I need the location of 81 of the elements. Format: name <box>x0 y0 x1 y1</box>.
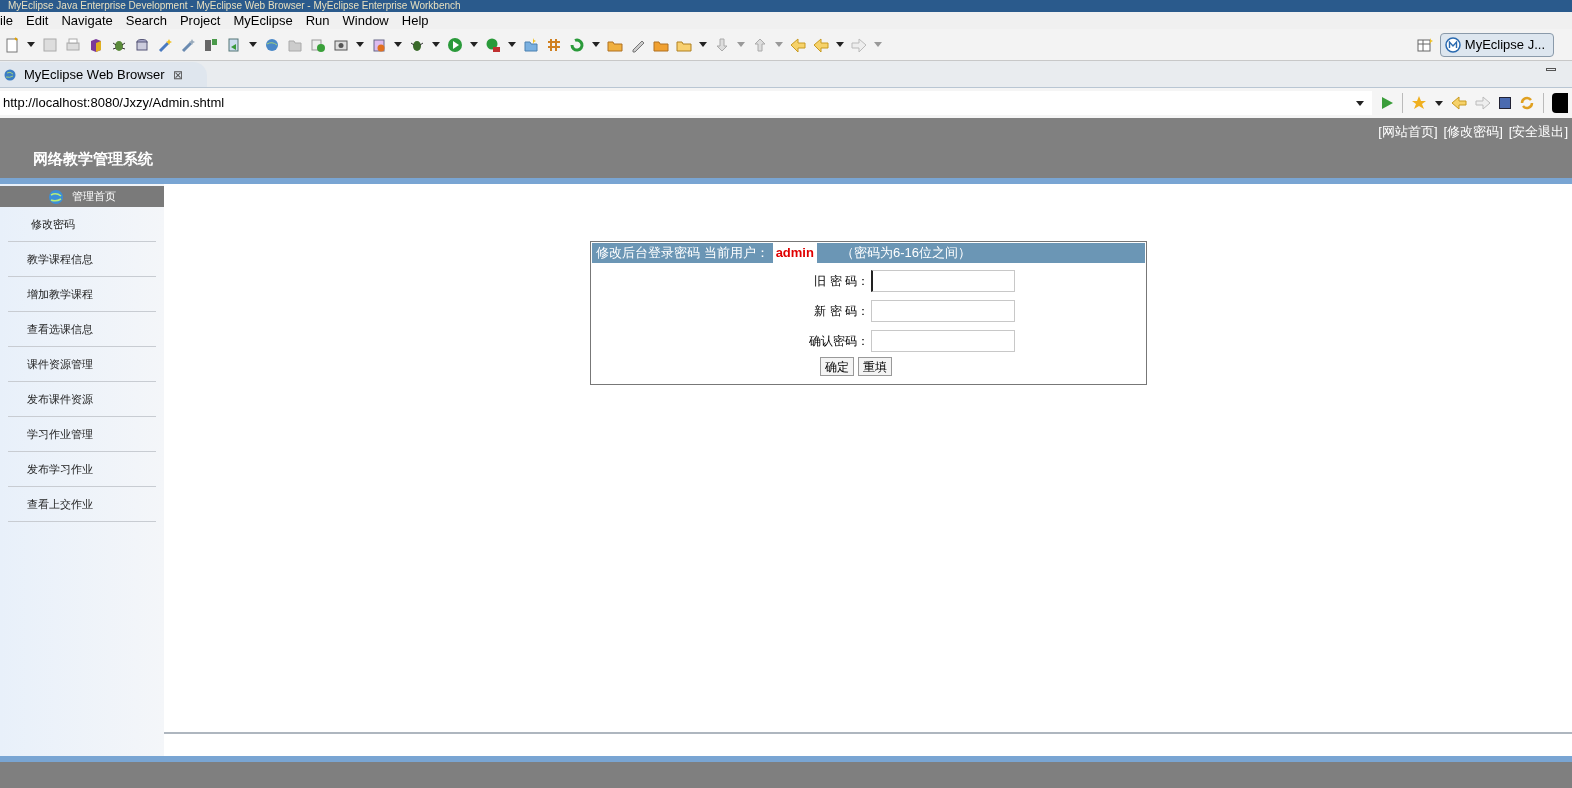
back-arrow-icon[interactable] <box>790 36 806 53</box>
menu-item[interactable]: Run <box>305 10 330 31</box>
menu-item[interactable]: MyEclipse <box>233 10 293 31</box>
sidebar-link[interactable]: 发布课件资源 <box>8 390 93 408</box>
menu-item[interactable]: Help <box>401 10 429 31</box>
header-link[interactable]: [修改密码] <box>1443 122 1503 142</box>
caret-icon[interactable] <box>592 42 600 47</box>
caret-icon[interactable] <box>432 42 440 47</box>
package-icon[interactable] <box>371 36 387 53</box>
menu-item[interactable]: Window <box>342 10 389 31</box>
password-field[interactable] <box>871 330 1015 352</box>
sidebar-link[interactable]: 课件资源管理 <box>8 355 93 373</box>
refresh-icon[interactable] <box>1519 95 1535 111</box>
address-field[interactable]: http://localhost:8080/Jxzy/Admin.shtml <box>0 91 1372 115</box>
tab-label: MyEclipse Web Browser <box>24 65 165 84</box>
header-link[interactable]: [安全退出] <box>1508 122 1568 142</box>
forward-arrow-icon[interactable] <box>851 36 867 53</box>
caret-icon[interactable] <box>1435 100 1443 106</box>
menu-item[interactable]: Edit <box>26 10 49 31</box>
up-arrow-icon[interactable] <box>752 36 768 53</box>
form-title: 修改后台登录密码 当前用户： <box>596 244 769 263</box>
sidebar-link[interactable]: 教学课程信息 <box>8 250 93 268</box>
back-arrow-icon[interactable] <box>813 36 829 53</box>
minimize-icon[interactable] <box>1546 68 1556 71</box>
menu-item[interactable]: Search <box>125 10 167 31</box>
cube-icon[interactable] <box>88 36 104 53</box>
password-field[interactable] <box>871 300 1015 322</box>
caret-icon[interactable] <box>1356 100 1364 106</box>
form-button[interactable]: 重填 <box>858 357 892 376</box>
play-icon[interactable] <box>1380 96 1394 110</box>
sidebar-link[interactable]: 修改密码 <box>8 215 75 233</box>
sidebar-link[interactable]: 学习作业管理 <box>8 425 93 443</box>
server-icon[interactable] <box>203 36 219 53</box>
editor-tab[interactable]: MyEclipse Web Browser ⊠ <box>0 62 207 87</box>
perspective-button[interactable]: MyEclipse J... <box>1439 32 1554 57</box>
printer-icon[interactable] <box>65 36 81 53</box>
document-icon[interactable] <box>226 36 242 53</box>
back-arrow-icon[interactable] <box>1451 96 1467 110</box>
current-user: admin <box>772 243 817 263</box>
password-hint: （密码为6-16位之间） <box>840 244 971 263</box>
down-arrow-icon[interactable] <box>714 36 730 53</box>
caret-icon[interactable] <box>249 42 257 47</box>
refresh-icon[interactable] <box>569 36 585 53</box>
star-icon[interactable] <box>1411 95 1427 111</box>
folder-icon[interactable] <box>523 36 539 53</box>
caret-icon[interactable] <box>699 42 707 47</box>
globe-icon <box>4 68 16 81</box>
field-label: 旧 密 码： <box>813 273 870 290</box>
logo-icon <box>1444 36 1461 53</box>
window-title: MyEclipse Java Enterprise Development - MyEclipse Web Browser - MyEclipse Enterprise Workbench <box>8 0 461 12</box>
play-icon[interactable] <box>447 36 463 53</box>
sidebar-link[interactable]: 发布学习作业 <box>8 460 93 478</box>
close-icon[interactable]: ⊠ <box>172 65 183 84</box>
menu-item[interactable]: Project <box>179 10 221 31</box>
field-label: 确认密码： <box>808 333 870 350</box>
grid-icon[interactable] <box>546 36 562 53</box>
site-title: 网络教学管理系统 <box>33 148 153 169</box>
globe-icon[interactable] <box>264 36 280 53</box>
password-field[interactable] <box>871 270 1015 292</box>
menu-item[interactable]: ile <box>0 10 13 31</box>
add-icon[interactable] <box>310 36 326 53</box>
menu-item[interactable]: Navigate <box>61 10 113 31</box>
database-icon[interactable] <box>134 36 150 53</box>
sidebar-link[interactable]: 增加教学课程 <box>8 285 93 303</box>
caret-icon[interactable] <box>836 42 844 47</box>
field-label: 新 密 码： <box>813 303 870 320</box>
caret-icon[interactable] <box>27 42 35 47</box>
open-perspective-icon[interactable] <box>1416 36 1433 53</box>
caret-icon[interactable] <box>508 42 516 47</box>
stop-icon[interactable] <box>1499 97 1511 109</box>
form-button[interactable]: 确定 <box>820 357 854 376</box>
sidebar-link[interactable]: 查看选课信息 <box>8 320 93 338</box>
caret-icon[interactable] <box>470 42 478 47</box>
header-link[interactable]: [网站首页] <box>1378 122 1438 142</box>
run-tool-icon[interactable] <box>485 36 501 53</box>
caret-icon[interactable] <box>356 42 364 47</box>
new-file-icon[interactable] <box>4 36 20 53</box>
caret-icon[interactable] <box>394 42 402 47</box>
sidebar-heading: 管理首页 <box>0 186 164 207</box>
globe-icon <box>48 188 64 205</box>
sidebar-link[interactable]: 查看上交作业 <box>8 495 93 513</box>
